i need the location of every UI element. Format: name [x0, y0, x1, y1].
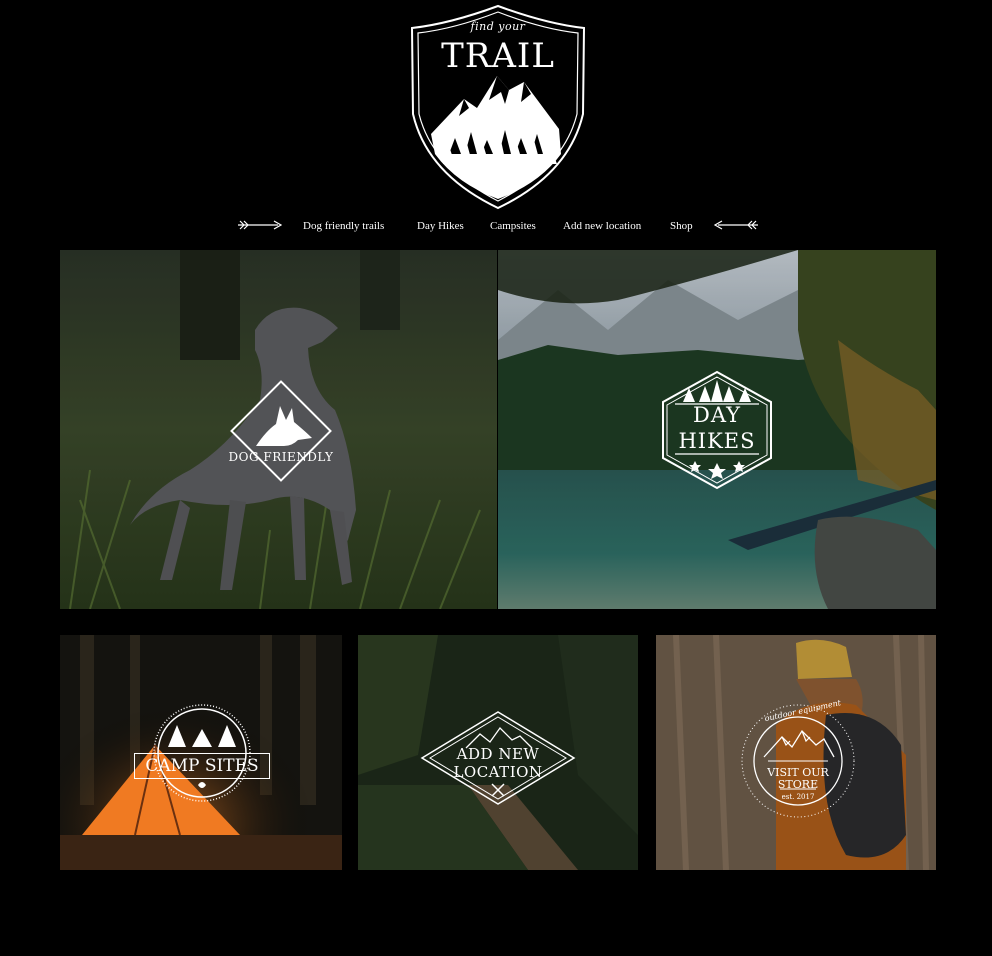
logo-title: TRAIL	[441, 36, 555, 76]
add-new-line2: LOCATION	[453, 763, 543, 781]
arrow-left-icon	[714, 220, 758, 230]
nav-campsites[interactable]: Campsites	[490, 220, 536, 232]
tile-visit-store[interactable]: outdoor equipment VISIT OUR STORE est. 2…	[656, 635, 936, 870]
nav-add-new-location[interactable]: Add new location	[563, 220, 641, 232]
tile-dog-friendly[interactable]: DOG FRIENDLY	[60, 250, 497, 609]
nav-day-hikes[interactable]: Day Hikes	[417, 220, 464, 232]
logo-tagline: find your	[470, 20, 526, 33]
nav-shop[interactable]: Shop	[670, 220, 693, 232]
nav-dog-friendly-trails[interactable]: Dog friendly trails	[303, 220, 384, 232]
store-est: est. 2017	[781, 793, 815, 801]
store-line2: STORE	[777, 778, 819, 791]
tile-camp-sites[interactable]: CAMP SITES	[60, 635, 342, 870]
tile-day-hikes[interactable]: DAY HIKES	[498, 250, 936, 609]
camp-sites-label: CAMP SITES	[134, 753, 270, 779]
store-badge-icon	[741, 704, 855, 818]
add-new-line1: ADD NEW	[456, 745, 540, 763]
arrow-right-icon	[238, 220, 282, 230]
dog-friendly-label: DOG FRIENDLY	[228, 450, 334, 464]
dog-badge-icon	[230, 380, 332, 482]
shield-logo-icon	[410, 4, 586, 210]
tile-add-new-location[interactable]: ADD NEW LOCATION	[358, 635, 638, 870]
day-hikes-line2: HIKES	[678, 429, 756, 453]
site-logo[interactable]: find your TRAIL	[409, 4, 587, 210]
main-nav: Dog friendly trails Day Hikes Campsites …	[0, 216, 992, 238]
day-hikes-line1: DAY	[692, 403, 741, 427]
